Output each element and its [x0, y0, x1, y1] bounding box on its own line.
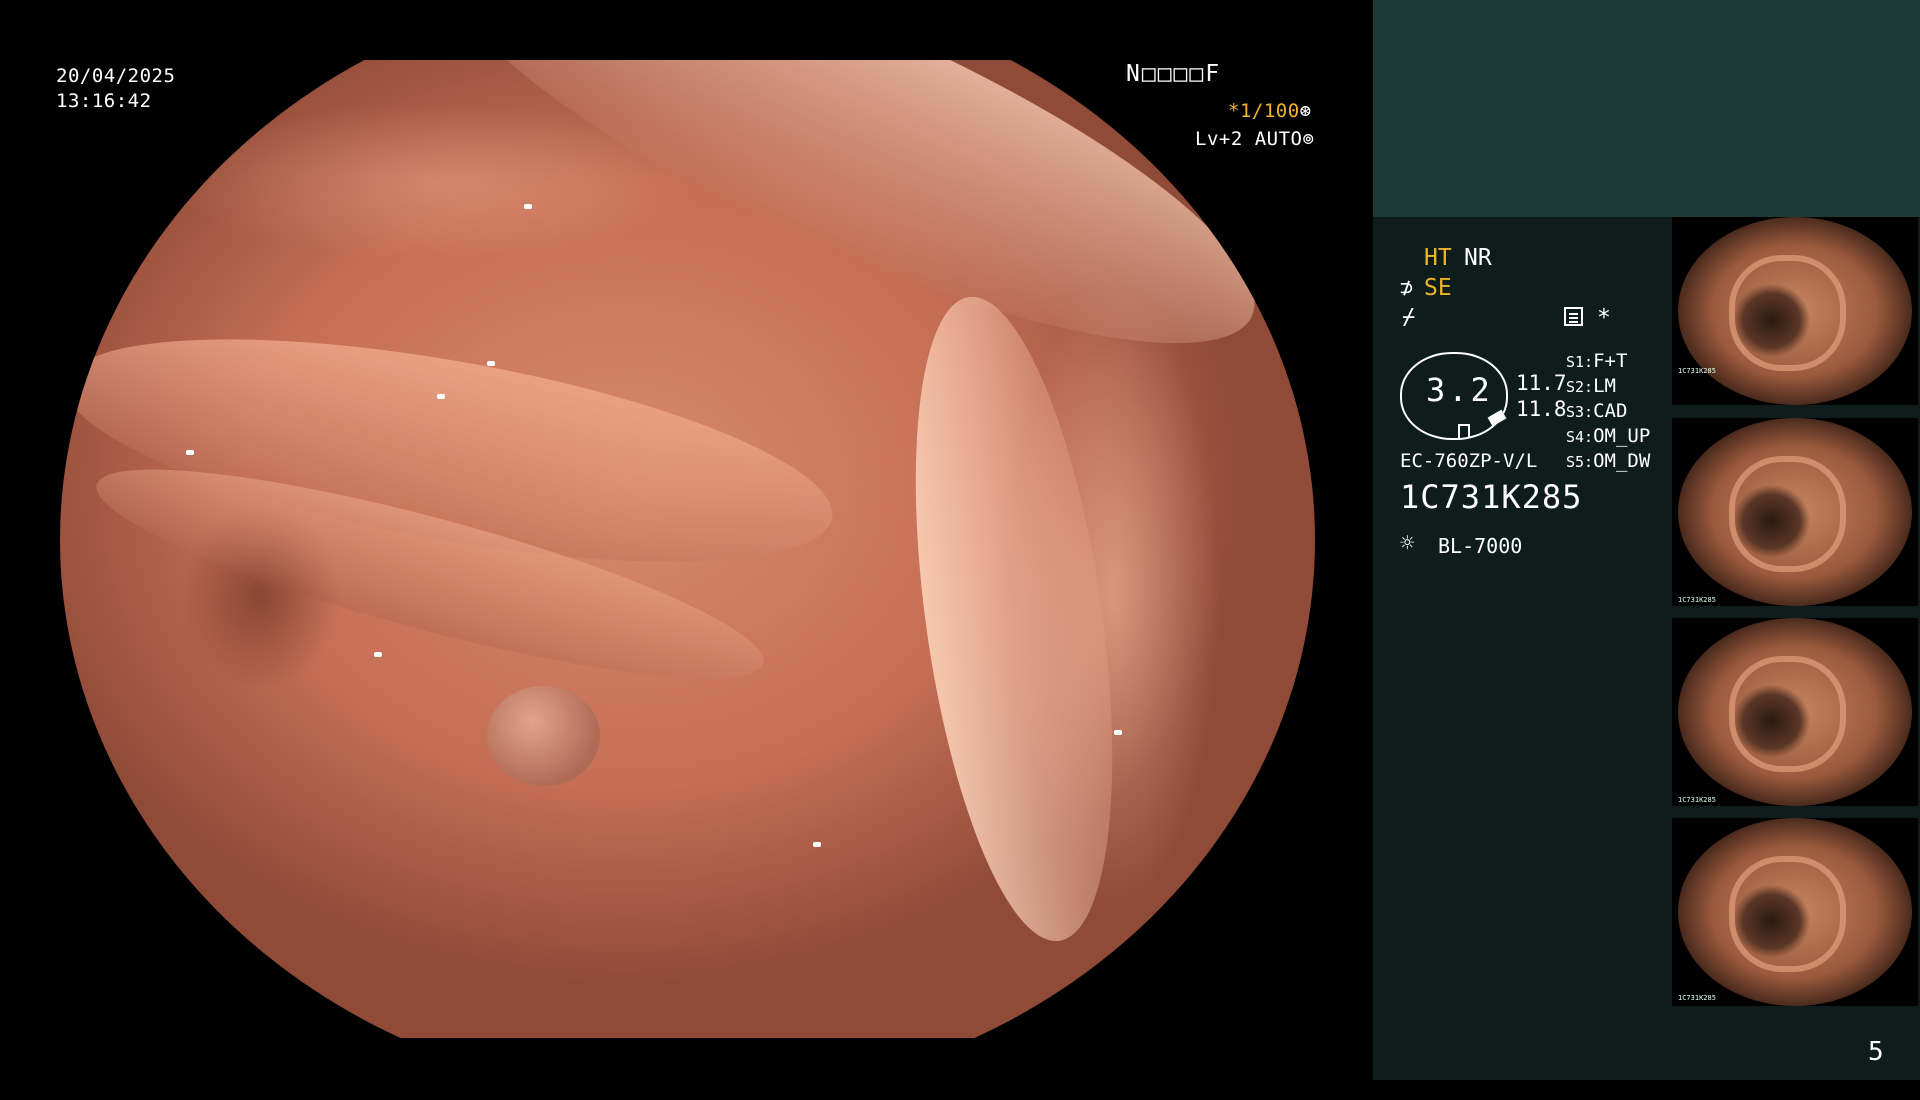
light-source: BL-7000: [1438, 534, 1523, 558]
exposure-level: Lv+2 AUTO⊚: [1195, 127, 1314, 151]
thumbnail-serial: 1C731K285: [1678, 596, 1716, 604]
menu-icon: [1564, 307, 1583, 326]
scope-setting-5: S5:OM_DW: [1566, 450, 1651, 472]
thumbnail-image: [1678, 418, 1912, 606]
light-source-icon: ☼: [1400, 529, 1415, 557]
panel-header: [1373, 0, 1920, 217]
page-number: 5: [1868, 1037, 1884, 1067]
exam-date: 20/04/2025: [56, 65, 176, 87]
capture-thumbnail[interactable]: 1C731K285: [1672, 818, 1918, 1006]
capture-thumbnail[interactable]: 1C731K285: [1672, 618, 1918, 806]
scope-model: EC-760ZP-V/L: [1400, 450, 1538, 472]
dial-box-icon: [1458, 424, 1470, 438]
value-bottom: 11.8: [1516, 397, 1567, 421]
polyp: [486, 685, 600, 787]
thumbnail-fold: [1729, 254, 1847, 372]
structure-enhance-label: SE: [1424, 275, 1452, 301]
thumbnail-fold: [1729, 855, 1847, 973]
thumbnail-serial: 1C731K285: [1678, 367, 1716, 375]
light-reflection: [486, 360, 495, 366]
thumbnail-image: [1678, 618, 1912, 806]
endoscope-view: [0, 0, 1373, 1080]
mucosal-fold: [881, 284, 1146, 953]
zoom-value: 3.2: [1426, 371, 1493, 409]
scope-setting-4: S4:OM_UP: [1566, 425, 1651, 447]
exposure-level-value: Lv+2 AUTO: [1195, 128, 1303, 150]
patient-code: N□□□□F: [1126, 61, 1222, 87]
auto-icon: ⊚: [1302, 128, 1315, 150]
capture-thumbnail[interactable]: 1C731K285: [1672, 418, 1918, 606]
capture-thumbnail[interactable]: 1C731K285: [1672, 217, 1918, 405]
scope-setting-1: S1:F+T: [1566, 350, 1628, 372]
structure-enhance-icon: ⊅: [1400, 276, 1414, 301]
scope-setting-3: S3:CAD: [1566, 400, 1628, 422]
light-reflection: [813, 842, 821, 848]
thumbnail-serial: 1C731K285: [1678, 994, 1716, 1002]
light-reflection: [436, 394, 445, 400]
thumbnail-fold: [1729, 655, 1847, 773]
shutter-speed: *1/100⊛: [1228, 99, 1312, 123]
thumbnail-image: [1678, 818, 1912, 1006]
shutter-speed-value: *1/100: [1228, 100, 1300, 122]
aperture-icon: ⊛: [1299, 100, 1312, 122]
light-reflection: [185, 450, 194, 456]
light-reflection: [524, 204, 533, 209]
signal-icon: ⌿: [1402, 305, 1416, 330]
scope-serial: 1C731K285: [1400, 478, 1583, 516]
endoscopic-image: [60, 60, 1315, 1038]
value-top: 11.7: [1516, 371, 1567, 395]
thumbnail-serial: 1C731K285: [1678, 796, 1716, 804]
exam-time: 13:16:42: [56, 90, 152, 112]
star-indicator: *: [1597, 305, 1611, 331]
light-reflection: [373, 652, 382, 657]
enhance-ht: HT: [1424, 245, 1452, 271]
light-reflection: [1114, 730, 1123, 736]
enhance-nr: NR: [1464, 245, 1492, 271]
thumbnail-image: [1678, 217, 1912, 405]
thumbnail-fold: [1729, 455, 1847, 573]
scope-setting-2: S2:LM: [1566, 375, 1616, 397]
